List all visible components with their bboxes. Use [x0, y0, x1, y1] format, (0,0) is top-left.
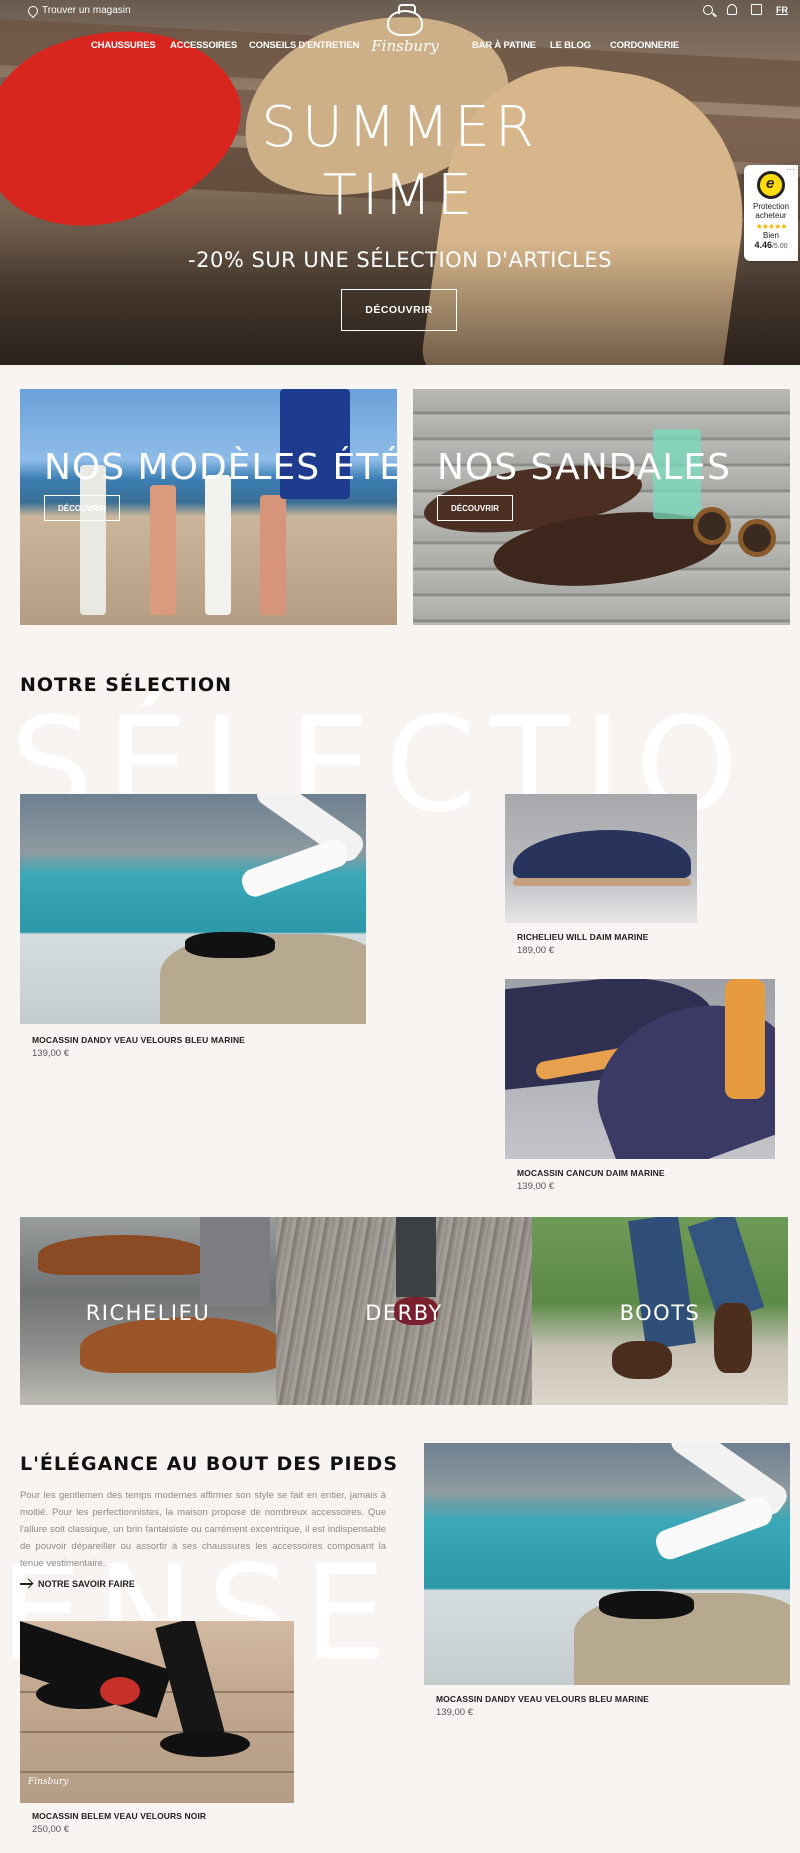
loafer-shoe	[599, 1591, 694, 1619]
nav-item-accessoires[interactable]: ACCESSOIRES	[170, 40, 237, 51]
product-name[interactable]: MOCASSIN DANDY VEAU VELOURS BLEU MARINE	[32, 1035, 245, 1045]
style-tile-richelieu[interactable]: RICHELIEU	[20, 1217, 276, 1405]
category-banner-sandals[interactable]: NOS SANDALES DÉCOUVRIR	[413, 389, 790, 625]
category-discover-button[interactable]: DÉCOUVRIR	[44, 495, 120, 521]
shoe-sole	[725, 979, 765, 1099]
product-price: 139,00 €	[517, 1181, 554, 1192]
store-locator-label: Trouver un magasin	[42, 5, 131, 16]
page: Trouver un magasin FR CHAUSSURES ACCESSO…	[0, 0, 800, 1853]
shoe	[38, 1235, 208, 1275]
category-discover-button[interactable]: DÉCOUVRIR	[437, 495, 513, 521]
hero-title-line1: SUMMER	[261, 95, 539, 160]
leg	[396, 1217, 436, 1297]
crown-crest-icon	[387, 4, 423, 36]
style-tile-boots[interactable]: BOOTS	[532, 1217, 788, 1405]
leg	[628, 1217, 696, 1350]
leg	[200, 1217, 270, 1307]
category-title: NOS SANDALES	[437, 447, 732, 488]
rating-text: Bien	[762, 231, 779, 240]
nav-item-conseils[interactable]: CONSEILS D'ENTRETIEN	[249, 40, 359, 51]
boot	[612, 1341, 672, 1379]
product-name[interactable]: MOCASSIN CANCUN DAIM MARINE	[517, 1168, 665, 1178]
loafer-shoe	[185, 932, 275, 958]
savoir-faire-link[interactable]: NOTRE SAVOIR FAIRE	[20, 1579, 135, 1589]
rating-score: 4.46/5.00	[744, 240, 798, 250]
nav-item-bar-a-patine[interactable]: BAR À PATINE	[472, 40, 536, 51]
product-price: 139,00 €	[32, 1048, 69, 1059]
shoe	[80, 1317, 276, 1373]
trusted-label: Protection acheteur	[752, 202, 790, 220]
rating-stars: ★★★★★	[755, 222, 788, 231]
trousers	[238, 836, 352, 900]
model-leg	[205, 475, 231, 615]
trousers	[652, 1493, 776, 1563]
product-image[interactable]	[424, 1443, 790, 1685]
nav-item-blog[interactable]: LE BLOG	[550, 40, 591, 51]
savoir-faire-label: NOTRE SAVOIR FAIRE	[38, 1579, 135, 1589]
product-price: 139,00 €	[436, 1707, 473, 1718]
trusted-shops-widget[interactable]: ⋯ Protection acheteur ★★★★★ Bien 4.46/5.…	[744, 164, 798, 261]
logo-text: Finsbury	[371, 37, 439, 55]
hero-title-line2: TIME	[322, 163, 478, 228]
model-leg	[260, 495, 286, 615]
section-title-selection: NOTRE SÉLECTION	[20, 674, 233, 696]
elegance-paragraph: Pour les gentlemen des temps modernes af…	[20, 1490, 386, 1569]
hero-discover-button[interactable]: DÉCOUVRIR	[341, 289, 457, 331]
oxford-shoe	[513, 830, 691, 882]
product-price: 250,00 €	[32, 1824, 69, 1835]
section-title-elegance: L'ÉLÉGANCE AU BOUT DES PIEDS	[20, 1453, 399, 1475]
search-icon[interactable]	[703, 4, 713, 15]
language-selector[interactable]: FR	[776, 5, 788, 15]
sunglasses-lens	[738, 519, 776, 557]
bag-icon[interactable]	[751, 4, 762, 15]
stair-edge	[20, 1731, 294, 1733]
product-price: 189,00 €	[517, 945, 554, 956]
loafer-shoe	[160, 1731, 250, 1757]
style-tile-title: BOOTS	[619, 1301, 701, 1325]
pin-icon	[25, 3, 41, 18]
category-banner-summer[interactable]: NOS MODÈLES ÉTÉ DÉCOUVRIR	[20, 389, 397, 625]
score-max: /5.00	[771, 243, 788, 250]
score-value: 4.46	[754, 240, 772, 250]
more-icon[interactable]: ⋯	[786, 164, 795, 175]
user-icon[interactable]	[727, 4, 737, 15]
red-sole	[100, 1677, 140, 1705]
product-image[interactable]: Finsbury	[20, 1621, 294, 1803]
product-name[interactable]: RICHELIEU WILL DAIM MARINE	[517, 932, 648, 942]
site-logo[interactable]: Finsbury	[364, 4, 446, 55]
arrow-right-icon	[20, 1583, 32, 1585]
style-tile-title: RICHELIEU	[85, 1301, 211, 1325]
model-leg	[150, 485, 176, 615]
nav-item-cordonnerie[interactable]: CORDONNERIE	[610, 40, 679, 51]
sunglasses-lens	[693, 507, 731, 545]
style-tile-title: DERBY	[365, 1301, 443, 1325]
stair-edge	[20, 1771, 294, 1773]
shoe-sole	[513, 878, 691, 886]
hero-banner[interactable]: Trouver un magasin FR CHAUSSURES ACCESSO…	[0, 0, 800, 365]
store-locator-link[interactable]: Trouver un magasin	[25, 3, 131, 18]
nav-item-chaussures[interactable]: CHAUSSURES	[91, 40, 156, 51]
product-image[interactable]	[505, 794, 697, 923]
product-name[interactable]: MOCASSIN DANDY VEAU VELOURS BLEU MARINE	[436, 1694, 649, 1704]
hero-subtitle: -20% SUR UNE SÉLECTION D'ARTICLES	[188, 248, 612, 272]
style-tile-derby[interactable]: DERBY	[276, 1217, 532, 1405]
image-watermark-logo: Finsbury	[28, 1777, 69, 1787]
top-icons: FR	[703, 4, 788, 15]
product-image[interactable]	[505, 979, 775, 1159]
product-image[interactable]	[20, 794, 366, 1024]
trusted-badge-icon	[757, 171, 785, 199]
category-title: NOS MODÈLES ÉTÉ	[44, 447, 397, 488]
product-name[interactable]: MOCASSIN BELEM VEAU VELOURS NOIR	[32, 1811, 206, 1821]
